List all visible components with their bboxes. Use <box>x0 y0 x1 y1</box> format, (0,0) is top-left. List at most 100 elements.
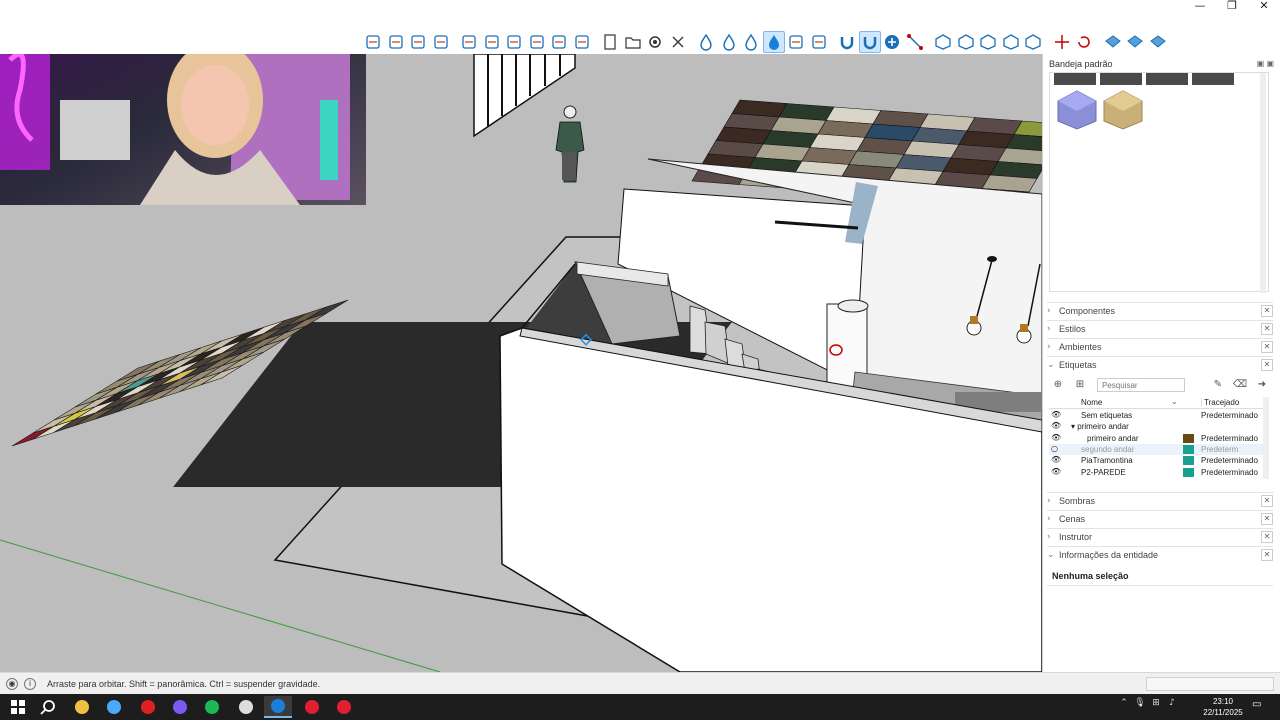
scale-tool-button[interactable] <box>407 31 429 53</box>
notifications-icon[interactable]: ▭ <box>1252 699 1266 713</box>
windows-start-taskbar-button[interactable] <box>4 696 32 718</box>
close-button[interactable]: ✕ <box>1248 0 1280 14</box>
column-name[interactable]: Nome <box>1081 398 1102 407</box>
close-tool-button[interactable] <box>667 31 689 53</box>
tag-color-swatch[interactable] <box>1183 433 1194 443</box>
close-icon[interactable]: ✕ <box>1261 323 1273 335</box>
plus-circle-tool-button[interactable] <box>881 31 903 53</box>
solid-tools-tool-button[interactable] <box>526 31 548 53</box>
layer-stack-tool-button[interactable] <box>481 31 503 53</box>
refresh-tool-button[interactable] <box>1073 31 1095 53</box>
info-icon[interactable]: i <box>24 678 36 690</box>
close-icon[interactable]: ✕ <box>1261 341 1273 353</box>
rotate-tool-button[interactable] <box>385 31 407 53</box>
tag-row[interactable]: 👁 PiaTramontina Predeterminado <box>1049 455 1263 466</box>
leaf-tool-button[interactable] <box>785 31 807 53</box>
tag-dash-style[interactable]: Predeterminado <box>1201 411 1263 420</box>
eye-icon[interactable]: 👁 <box>1051 433 1061 442</box>
eye-icon[interactable]: 👁 <box>1051 467 1061 476</box>
red-app-taskbar-button[interactable] <box>330 696 358 718</box>
cube-tool-button[interactable] <box>932 31 954 53</box>
grid-tool-button[interactable] <box>1124 31 1146 53</box>
tag-row[interactable]: 👁 P2-PAREDE Predeterminado <box>1049 467 1263 478</box>
section-cenas[interactable]: › Cenas ✕ <box>1047 511 1273 527</box>
section-etiquetas[interactable]: ⌄ Etiquetas ✕ <box>1047 357 1273 373</box>
pencil-icon[interactable]: ✎ <box>1209 377 1227 393</box>
magnet-tool-button[interactable] <box>836 31 858 53</box>
cube-tool-button[interactable] <box>1000 31 1022 53</box>
cube-tool-button[interactable] <box>1022 31 1044 53</box>
eraser-icon[interactable]: ⌫ <box>1231 377 1249 393</box>
material-thumb[interactable] <box>1192 73 1234 85</box>
material-thumb-tan[interactable] <box>1102 89 1144 131</box>
tag-color-swatch[interactable] <box>1183 444 1194 454</box>
tags-scrollbar[interactable] <box>1263 397 1269 479</box>
close-icon[interactable]: ✕ <box>1261 495 1273 507</box>
line-tool-button[interactable] <box>904 31 926 53</box>
offset-tool-button[interactable] <box>430 31 452 53</box>
details-arrow-icon[interactable]: ➜ <box>1253 377 1271 393</box>
grid-tool-button[interactable] <box>1102 31 1124 53</box>
grid-tool-button[interactable] <box>1147 31 1169 53</box>
cube-tool-button[interactable] <box>955 31 977 53</box>
close-icon[interactable]: ✕ <box>1261 513 1273 525</box>
red-app-taskbar-button[interactable] <box>298 696 326 718</box>
section-instrutor[interactable]: › Instrutor ✕ <box>1047 529 1273 545</box>
person-tool-button[interactable] <box>548 31 570 53</box>
magnet-active-tool-button[interactable] <box>858 31 881 53</box>
material-thumb-blue[interactable] <box>1056 89 1098 131</box>
volume-icon[interactable]: ♪ <box>1166 698 1178 708</box>
close-icon[interactable]: ✕ <box>1261 531 1273 543</box>
drop-tool-button[interactable] <box>695 31 717 53</box>
layer-stack-tool-button[interactable] <box>503 31 525 53</box>
eye-icon[interactable]: 👁 <box>1051 410 1061 419</box>
discord-taskbar-button[interactable] <box>166 696 194 718</box>
eye-hidden-icon[interactable]: ○ <box>1051 444 1058 453</box>
material-thumb[interactable] <box>1100 73 1142 85</box>
eye-icon[interactable]: 👁 <box>1051 421 1061 430</box>
tag-search-input[interactable] <box>1097 378 1185 392</box>
profile-tool-button[interactable] <box>571 31 593 53</box>
pin-icon[interactable]: ▣ ▣ <box>1257 59 1274 68</box>
a-app-taskbar-button[interactable] <box>100 696 128 718</box>
mic-icon[interactable]: 🎙 <box>1134 698 1146 708</box>
geo-location-icon[interactable]: ◉ <box>6 678 18 690</box>
tag-dash-style[interactable]: Predeterm <box>1201 445 1263 454</box>
add-tag-icon[interactable]: ⊕ <box>1049 377 1067 393</box>
close-icon[interactable]: ✕ <box>1261 549 1273 561</box>
move-tool-button[interactable] <box>362 31 384 53</box>
add-folder-icon[interactable]: ⊞ <box>1071 377 1089 393</box>
axes-tool-button[interactable] <box>1051 31 1073 53</box>
column-dash[interactable]: Tracejado <box>1201 398 1239 407</box>
tag-row[interactable]: 👁 primeiro andar Predeterminado <box>1049 433 1263 444</box>
tag-row[interactable]: 👁 ▾ primeiro andar <box>1049 421 1263 432</box>
tag-row[interactable]: ○ segundo andar Predeterm <box>1049 443 1263 455</box>
obs-taskbar-button[interactable] <box>232 696 260 718</box>
spotify-taskbar-button[interactable] <box>198 696 226 718</box>
tag-dash-style[interactable]: Predeterminado <box>1201 434 1263 443</box>
tag-color-swatch[interactable] <box>1183 467 1194 477</box>
close-icon[interactable]: ✕ <box>1261 359 1273 371</box>
tag-dash-style[interactable]: Predeterminado <box>1201 456 1263 465</box>
eye-icon[interactable]: 👁 <box>1051 455 1061 464</box>
orbit-tool-button[interactable] <box>458 31 480 53</box>
opera-taskbar-button[interactable] <box>134 696 162 718</box>
materials-scrollbar[interactable] <box>1260 73 1266 293</box>
section-entity-info[interactable]: ⌄ Informações da entidade ✕ <box>1047 547 1273 563</box>
section-sombras[interactable]: › Sombras ✕ <box>1047 493 1273 509</box>
file-explorer-taskbar-button[interactable] <box>68 696 96 718</box>
3d-viewport[interactable] <box>0 54 1042 672</box>
tray-chevron-icon[interactable]: ⌃ <box>1118 698 1130 708</box>
folder-tool-button[interactable] <box>622 31 644 53</box>
material-thumb[interactable] <box>1146 73 1188 85</box>
search-taskbar-button[interactable] <box>34 696 62 718</box>
dots-tool-button[interactable] <box>808 31 830 53</box>
materials-browser[interactable] <box>1049 72 1269 293</box>
material-thumb[interactable] <box>1054 73 1096 85</box>
sort-chevron-icon[interactable]: ⌄ <box>1171 397 1178 406</box>
tag-dash-style[interactable]: Predeterminado <box>1201 468 1263 477</box>
drop-tool-button[interactable] <box>740 31 762 53</box>
tag-color-swatch[interactable] <box>1183 456 1194 466</box>
tag-row[interactable]: 👁 Sem etiquetas Predeterminado <box>1049 410 1263 421</box>
measurements-box[interactable] <box>1146 677 1274 691</box>
